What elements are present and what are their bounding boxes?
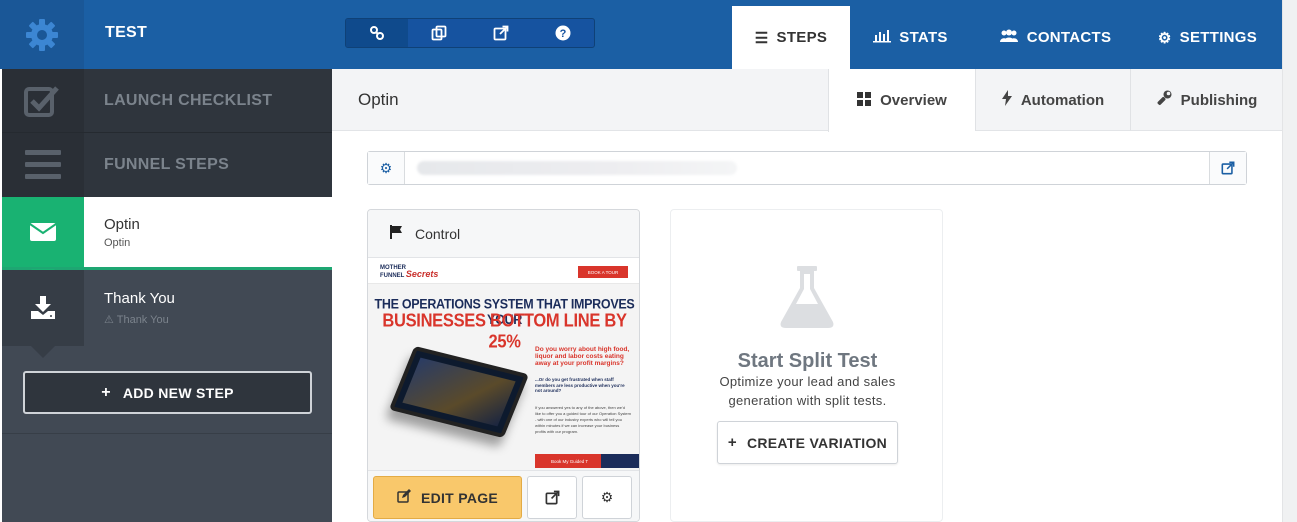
- settings-gear-button[interactable]: [0, 0, 84, 69]
- funnel-step-optin[interactable]: Optin Optin: [2, 197, 332, 281]
- page-scrollbar[interactable]: [1282, 0, 1297, 522]
- tab-steps[interactable]: ☰ STEPS: [732, 6, 850, 69]
- preview-logo: MOTHER FUNNEL Secrets: [380, 265, 439, 279]
- grid-icon: [857, 91, 872, 110]
- help-button[interactable]: ?: [532, 19, 594, 47]
- clone-button[interactable]: [408, 19, 470, 47]
- top-bar: TEST ? ☰ STEPS STATS CONTACTS ⚙ SETTINGS: [0, 0, 1282, 69]
- step-url-field[interactable]: [405, 152, 1209, 184]
- step-type: Optin: [104, 236, 131, 249]
- url-settings-button[interactable]: ⚙: [368, 152, 405, 184]
- copy-icon: [431, 25, 447, 41]
- envelope-icon: [29, 223, 57, 241]
- preview-tablet-image: [388, 345, 530, 439]
- wrench-icon: [1156, 90, 1172, 110]
- card-title: Control: [415, 225, 461, 242]
- sidebar: LAUNCH CHECKLIST FUNNEL STEPS Optin Opti…: [2, 69, 332, 522]
- preview-page-button[interactable]: [527, 476, 577, 519]
- page-title: Optin: [358, 90, 399, 109]
- page-settings-button[interactable]: ⚙: [582, 476, 632, 519]
- tab-automation[interactable]: Automation: [975, 69, 1130, 131]
- bar-chart-icon: [873, 29, 892, 47]
- open-url-button[interactable]: [1209, 152, 1246, 184]
- funnel-title: TEST: [105, 24, 148, 41]
- external-link-icon: [493, 25, 509, 41]
- split-test-card: Start Split Test Optimize your lead and …: [670, 209, 943, 522]
- edit-icon: [397, 489, 411, 506]
- page-preview-thumbnail[interactable]: MOTHER FUNNEL Secrets BOOK A TOUR THE OP…: [368, 258, 639, 470]
- link-icon: [370, 26, 384, 40]
- create-variation-button[interactable]: + CREATE VARIATION: [717, 421, 898, 464]
- sidebar-item-launch-checklist[interactable]: LAUNCH CHECKLIST: [2, 69, 332, 133]
- bolt-icon: [1001, 90, 1012, 110]
- plus-icon: +: [727, 434, 737, 451]
- tab-settings[interactable]: ⚙ SETTINGS: [1145, 6, 1270, 69]
- card-header: Control: [368, 210, 639, 258]
- sidebar-item-label: FUNNEL STEPS: [104, 156, 230, 173]
- funnel-toolbar: ?: [345, 18, 595, 48]
- tab-stats[interactable]: STATS: [858, 6, 963, 69]
- card-actions: EDIT PAGE ⚙: [368, 470, 639, 521]
- step-url-bar: ⚙: [367, 151, 1247, 185]
- redacted-url: [417, 161, 737, 175]
- menu-icon: [25, 150, 61, 179]
- split-test-description: Optimize your lead and sales generation …: [719, 374, 896, 408]
- menu-icon: ☰: [754, 29, 769, 47]
- gear-icon: ⚙: [1157, 29, 1172, 47]
- gear-icon: ⚙: [379, 159, 393, 176]
- funnel-step-thank-you[interactable]: Thank You ⚠ Thank You: [2, 270, 332, 358]
- flag-icon: [389, 225, 403, 242]
- gear-icon: ⚙: [600, 489, 614, 505]
- add-new-step-button[interactable]: + ADD NEW STEP: [23, 371, 312, 414]
- sidebar-item-funnel-steps[interactable]: FUNNEL STEPS: [2, 133, 332, 197]
- split-test-title: Start Split Test: [737, 350, 878, 372]
- step-header: Optin Overview Automation Publishing: [332, 69, 1282, 132]
- preview-paragraph: If you answered yes to any of the above,…: [535, 405, 631, 434]
- plus-icon: +: [101, 383, 111, 401]
- tab-publishing[interactable]: Publishing: [1130, 69, 1282, 131]
- step-name: Thank You: [104, 290, 175, 307]
- external-link-icon: [1221, 161, 1235, 175]
- svg-text:?: ?: [560, 28, 567, 40]
- warning-icon: ⚠: [104, 314, 114, 326]
- edit-page-button[interactable]: EDIT PAGE: [373, 476, 522, 519]
- preview-book-button: BOOK A TOUR: [578, 266, 628, 278]
- users-icon: [999, 29, 1019, 47]
- step-type: Thank You: [116, 314, 169, 326]
- link-button[interactable]: [346, 19, 408, 47]
- open-funnel-button[interactable]: [470, 19, 532, 47]
- flask-icon: [780, 266, 834, 328]
- preview-question: Do you worry about high food, liquor and…: [535, 346, 630, 367]
- external-link-icon: [545, 490, 559, 505]
- download-icon: [31, 296, 55, 319]
- sidebar-footer: [2, 433, 332, 522]
- tab-overview[interactable]: Overview: [828, 69, 975, 132]
- preview-question-2: ...Or do you get frustrated when staff m…: [535, 377, 625, 393]
- tab-contacts[interactable]: CONTACTS: [985, 6, 1125, 69]
- checkbox-icon: [24, 85, 59, 117]
- preview-cta: Book My Guided T: [535, 454, 639, 468]
- help-icon: ?: [555, 25, 571, 41]
- gear-icon: [26, 18, 58, 51]
- sidebar-item-label: LAUNCH CHECKLIST: [104, 91, 273, 109]
- step-name: Optin: [104, 215, 140, 233]
- control-variation-card: Control MOTHER FUNNEL Secrets BOOK A TOU…: [367, 209, 640, 522]
- preview-badge: [601, 454, 639, 468]
